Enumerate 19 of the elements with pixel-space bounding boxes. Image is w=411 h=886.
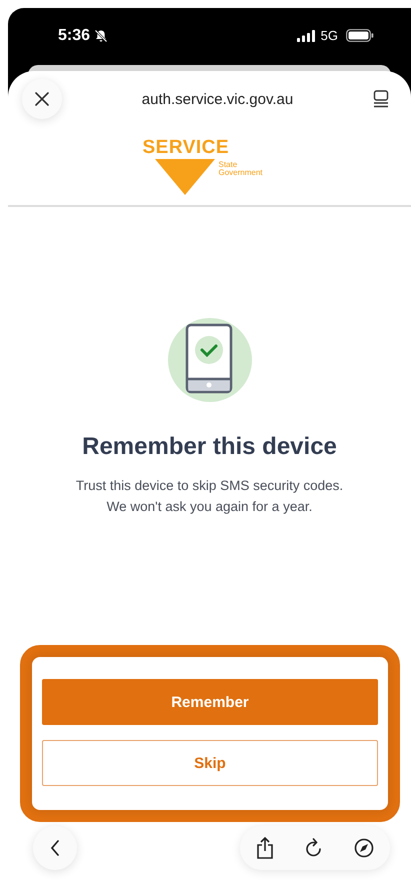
status-time: 5:36 bbox=[58, 26, 90, 44]
back-icon bbox=[50, 840, 60, 856]
page-title: Remember this device bbox=[82, 433, 337, 461]
phone-check-icon bbox=[166, 317, 252, 403]
battery-icon bbox=[346, 29, 374, 42]
description-text: Trust this device to skip SMS security codes. We won't ask you again for a year. bbox=[74, 477, 344, 516]
reload-icon[interactable] bbox=[304, 837, 324, 859]
compass-icon[interactable] bbox=[354, 838, 374, 858]
close-icon bbox=[34, 91, 50, 107]
skip-button[interactable]: Skip bbox=[42, 740, 378, 786]
bell-muted-icon bbox=[94, 28, 108, 42]
service-logo: SERVICE State Government bbox=[144, 135, 274, 195]
url-text: auth.service.vic.gov.au bbox=[140, 90, 294, 108]
network-label: 5G bbox=[320, 28, 338, 43]
signal-icon bbox=[296, 30, 315, 42]
close-button[interactable] bbox=[22, 79, 62, 119]
share-icon[interactable] bbox=[256, 837, 274, 859]
reader-icon[interactable] bbox=[373, 90, 389, 108]
remember-button[interactable]: Remember bbox=[42, 679, 378, 725]
